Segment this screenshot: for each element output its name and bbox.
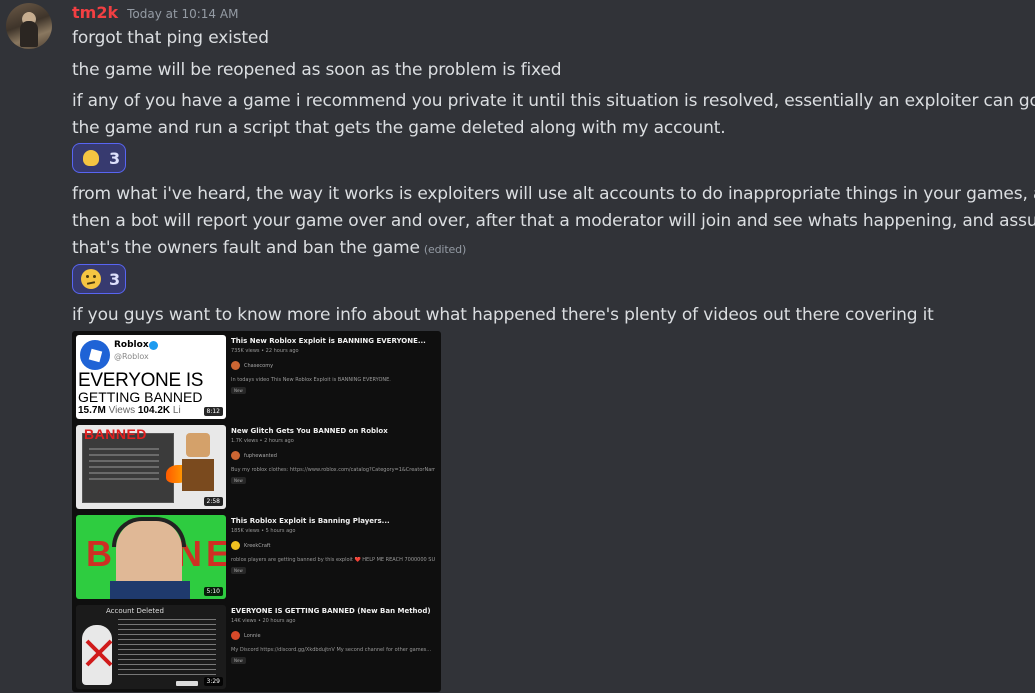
video-channel[interactable]: KreekCraft: [231, 541, 271, 550]
video-thumbnail[interactable]: BANNED 2:58: [76, 425, 226, 509]
message-line: if any of you have a game i recommend yo…: [72, 91, 1035, 111]
timestamp[interactable]: Today at 10:14 AM: [127, 7, 238, 21]
reaction-count: 3: [109, 148, 121, 168]
headset-icon: [112, 517, 186, 547]
video-thumbnail[interactable]: Account Deleted 3:29: [76, 605, 226, 689]
reaction-count: 3: [109, 269, 121, 289]
channel-avatar: [231, 361, 240, 370]
video-duration: 5:10: [203, 587, 223, 596]
image-attachment[interactable]: Roblox @Roblox EVERYONE IS GETTING BANNE…: [72, 331, 441, 692]
video-meta: 185K views • 5 hours ago: [231, 528, 296, 534]
message-line-last-edited: that's the owners fault and ban the game…: [72, 235, 466, 263]
thumb-headline: GETTING BANNED: [78, 389, 203, 405]
message-text: that's the owners fault and ban the game: [72, 238, 420, 258]
video-result[interactable]: Account Deleted 3:29 EVERYONE IS GETTING…: [76, 605, 437, 691]
thumb-headline: BANNED: [84, 426, 147, 442]
message-header: tm2k Today at 10:14 AM: [72, 3, 238, 25]
channel-avatar: [231, 451, 240, 460]
video-meta: 735K views • 22 hours ago: [231, 348, 299, 354]
reaction-thinking-face[interactable]: 3: [72, 264, 126, 294]
video-title[interactable]: New Glitch Gets You BANNED on Roblox: [231, 427, 435, 435]
video-thumbnail[interactable]: Roblox @Roblox EVERYONE IS GETTING BANNE…: [76, 335, 226, 419]
chat-message: tm2k Today at 10:14 AM forgot that ping …: [0, 0, 1035, 693]
message-line: from what i've heard, the way it works i…: [72, 184, 1035, 204]
avatar-figure: [20, 21, 38, 47]
thinking-face-icon: [81, 269, 101, 289]
username[interactable]: tm2k: [72, 3, 118, 22]
video-description: In todays video This New Roblox Exploit …: [231, 377, 391, 383]
verified-icon: [149, 341, 158, 350]
user-avatar[interactable]: [6, 3, 52, 49]
thumb-brand: Roblox: [114, 340, 149, 350]
video-duration: 2:58: [203, 497, 223, 506]
message-line: the game will be reopened as soon as the…: [72, 60, 562, 80]
thumb-stats: 15.7M Views 104.2K Li: [78, 405, 181, 416]
video-channel[interactable]: Chasecomy: [231, 361, 273, 370]
folded-hands-icon: [81, 148, 101, 168]
thumb-character: [166, 431, 220, 507]
channel-avatar: [231, 631, 240, 640]
video-description: roblox players are getting banned by thi…: [231, 557, 435, 563]
channel-avatar: [231, 541, 240, 550]
message-line: if you guys want to know more info about…: [72, 305, 934, 325]
thumb-panel: [82, 433, 174, 503]
video-channel[interactable]: fuphewanted: [231, 451, 277, 460]
thumb-handle: @Roblox: [114, 352, 149, 361]
video-title[interactable]: This Roblox Exploit is Banning Players..…: [231, 517, 435, 525]
thumb-panel-title: Account Deleted: [106, 607, 164, 615]
new-badge: New: [231, 657, 246, 664]
video-description: My Discord https://discord.gg/XkdbdujtnV…: [231, 647, 432, 653]
video-title[interactable]: This New Roblox Exploit is BANNING EVERY…: [231, 337, 435, 345]
video-meta: 1.7K views • 2 hours ago: [231, 438, 294, 444]
video-result[interactable]: BANNED 5:10 This Roblox Exploit is Banni…: [76, 515, 437, 601]
video-duration: 8:12: [203, 407, 223, 416]
video-thumbnail[interactable]: BANNED 5:10: [76, 515, 226, 599]
new-badge: New: [231, 477, 246, 484]
video-title[interactable]: EVERYONE IS GETTING BANNED (New Ban Meth…: [231, 607, 435, 615]
video-description: Buy my roblox clothes: https://www.roblo…: [231, 467, 435, 473]
video-duration: 3:29: [203, 677, 223, 686]
roblox-logo-icon: [80, 340, 110, 370]
new-badge: New: [231, 387, 246, 394]
video-result[interactable]: Roblox @Roblox EVERYONE IS GETTING BANNE…: [76, 335, 437, 421]
reaction-folded-hands[interactable]: 3: [72, 143, 126, 173]
message-line: then a bot will report your game over an…: [72, 211, 1035, 231]
video-result[interactable]: BANNED 2:58 New Glitch Gets You BANNED o…: [76, 425, 437, 511]
message-line: the game and run a script that gets the …: [72, 118, 726, 138]
video-channel[interactable]: Lonnie: [231, 631, 261, 640]
edited-label[interactable]: (edited): [424, 243, 466, 256]
video-meta: 14K views • 20 hours ago: [231, 618, 296, 624]
message-line: forgot that ping existed: [72, 28, 269, 48]
new-badge: New: [231, 567, 246, 574]
